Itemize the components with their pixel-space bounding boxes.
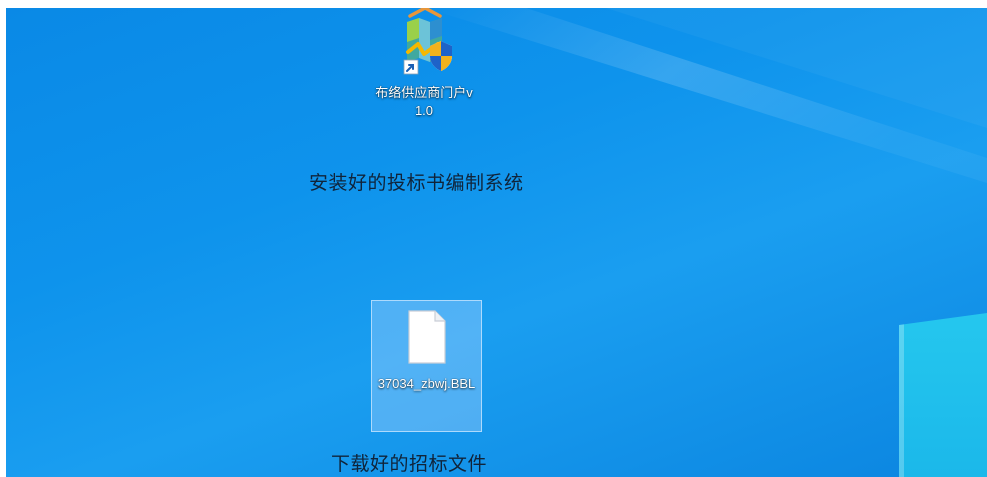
blank-document-icon bbox=[407, 310, 446, 364]
annotation-installed-system: 安装好的投标书编制系统 bbox=[309, 173, 524, 194]
desktop[interactable]: 布络供应商门户v1.0 安装好的投标书编制系统 37034_zbwj.BBL 下… bbox=[6, 8, 987, 477]
portal-app-icon bbox=[403, 8, 452, 75]
desktop-icon-portal[interactable]: 布络供应商门户v1.0 bbox=[368, 8, 480, 138]
desktop-icon-label: 布络供应商门户v1.0 bbox=[375, 85, 473, 118]
desktop-icon-bbl-file[interactable]: 37034_zbwj.BBL bbox=[371, 300, 482, 432]
screenshot-frame: 布络供应商门户v1.0 安装好的投标书编制系统 37034_zbwj.BBL 下… bbox=[0, 0, 987, 477]
wallpaper-light-streak bbox=[426, 8, 987, 183]
background-window-edge[interactable] bbox=[899, 313, 987, 477]
shortcut-arrow-icon bbox=[403, 59, 419, 75]
annotation-downloaded-file: 下载好的招标文件 bbox=[331, 454, 488, 475]
desktop-icon-label: 37034_zbwj.BBL bbox=[377, 376, 476, 391]
